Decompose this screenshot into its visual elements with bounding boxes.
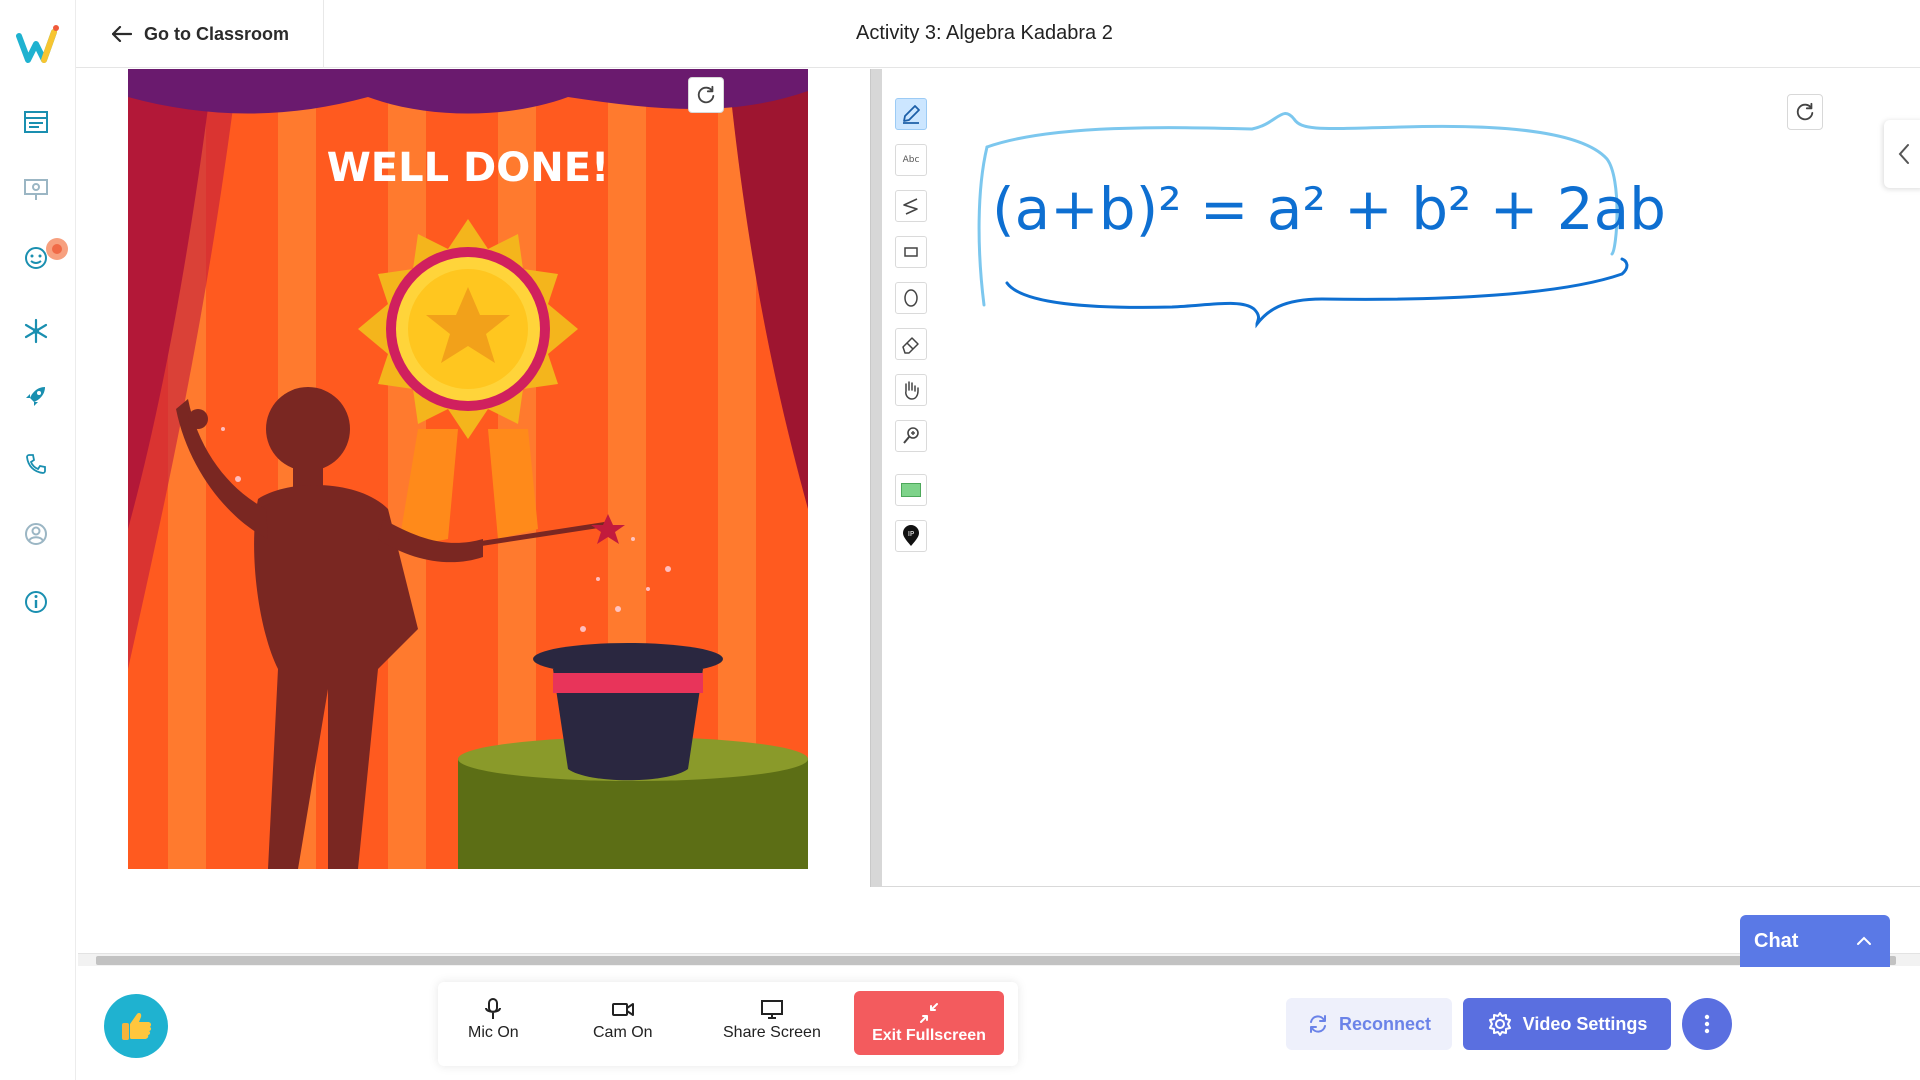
activity-stage[interactable]: WELL DONE!: [128, 69, 808, 869]
whiteboard-canvas[interactable]: (a+b)² = a² + b² + 2ab: [882, 69, 1920, 887]
text-tool-icon: Abc: [902, 155, 920, 165]
refresh-icon: [697, 85, 715, 104]
whiteboard-drawing: (a+b)² = a² + b² + 2ab: [977, 112, 1666, 329]
rectangle-icon: [904, 247, 918, 257]
more-options-button[interactable]: [1682, 998, 1732, 1050]
color-swatch-tool[interactable]: [895, 474, 927, 506]
zoom-icon: [903, 427, 919, 444]
arrow-left-icon: [112, 26, 132, 42]
reconnect-button[interactable]: Reconnect: [1286, 998, 1452, 1050]
line-icon: [903, 198, 918, 215]
location-pin-icon: IP: [903, 525, 919, 546]
info-icon[interactable]: [20, 586, 52, 618]
chat-label: Chat: [1754, 929, 1799, 952]
pane-divider[interactable]: [870, 69, 882, 887]
video-settings-label: Video Settings: [1522, 1013, 1648, 1034]
activity-title: Activity 3: Algebra Kadabra 2: [856, 22, 1113, 44]
hand-icon: [905, 381, 919, 400]
snowflake-icon[interactable]: [20, 315, 52, 347]
stage-refresh-button[interactable]: [688, 77, 724, 113]
board-refresh-button[interactable]: [1787, 94, 1823, 130]
pencil-icon: [903, 105, 920, 124]
zoom-tool[interactable]: [895, 420, 927, 452]
camera-button[interactable]: Cam On: [593, 998, 653, 1042]
more-vertical-icon: [1704, 1014, 1710, 1034]
minimize-arrows-icon: [920, 1002, 938, 1023]
thumbs-up-reaction-button[interactable]: [104, 994, 168, 1058]
text-tool[interactable]: Abc: [895, 144, 927, 176]
go-to-classroom-label: Go to Classroom: [144, 23, 290, 44]
thumbs-up-icon: [122, 1013, 152, 1040]
horizontal-scrollbar[interactable]: [78, 953, 1920, 966]
pencil-tool[interactable]: [895, 98, 927, 130]
chat-tab[interactable]: Chat: [1740, 915, 1890, 967]
ellipse-tool[interactable]: [895, 282, 927, 314]
gear-icon: [1488, 1012, 1511, 1036]
reconnect-label: Reconnect: [1338, 1013, 1432, 1034]
handwritten-equation: (a+b)² = a² + b² + 2ab: [992, 175, 1666, 243]
video-settings-button[interactable]: Video Settings: [1463, 998, 1671, 1050]
video-camera-icon: [611, 1003, 634, 1016]
app: Go to Classroom Activity 3: Algebra Kada…: [0, 0, 1920, 1080]
notification-dot: [46, 238, 68, 260]
schedule-icon[interactable]: [20, 106, 52, 138]
cam-label: Cam On: [593, 1024, 653, 1041]
exit-fullscreen-button[interactable]: Exit Fullscreen: [854, 991, 1004, 1055]
top-header: Go to Classroom Activity 3: Algebra Kada…: [76, 0, 1920, 68]
phone-icon[interactable]: [20, 448, 52, 480]
well-done-banner: WELL DONE!: [327, 145, 610, 191]
location-pin-tool[interactable]: IP: [895, 520, 927, 552]
share-screen-button[interactable]: Share Screen: [723, 998, 821, 1042]
monitor-icon: [760, 1000, 783, 1019]
presentation-icon[interactable]: [20, 174, 52, 206]
refresh-icon: [1796, 102, 1814, 121]
line-tool[interactable]: [895, 190, 927, 222]
brand-logo[interactable]: [16, 22, 62, 68]
mic-label: Mic On: [468, 1024, 519, 1041]
eraser-tool[interactable]: [895, 328, 927, 360]
chevron-up-icon: [1857, 936, 1871, 945]
profile-icon[interactable]: [20, 518, 52, 550]
rectangle-tool[interactable]: [895, 236, 927, 268]
exit-fullscreen-label: Exit Fullscreen: [872, 1026, 986, 1044]
rocket-icon[interactable]: [20, 380, 52, 412]
share-screen-label: Share Screen: [723, 1024, 821, 1041]
side-panel-toggle[interactable]: [1884, 120, 1920, 188]
eraser-icon: [902, 337, 919, 354]
left-rail: [0, 0, 76, 1080]
hand-tool[interactable]: [895, 374, 927, 406]
mic-button[interactable]: Mic On: [468, 998, 519, 1042]
location-pin-label: IP: [908, 530, 914, 538]
scrollbar-thumb[interactable]: [96, 956, 1896, 965]
color-swatch-icon: [901, 483, 921, 497]
magician-illustration: WELL DONE!: [128, 69, 808, 869]
go-to-classroom-button[interactable]: Go to Classroom: [76, 0, 324, 68]
reconnect-icon: [1309, 1015, 1326, 1033]
chevron-left-icon: [1898, 144, 1909, 164]
ellipse-icon: [904, 289, 918, 307]
microphone-icon: [485, 998, 502, 1019]
